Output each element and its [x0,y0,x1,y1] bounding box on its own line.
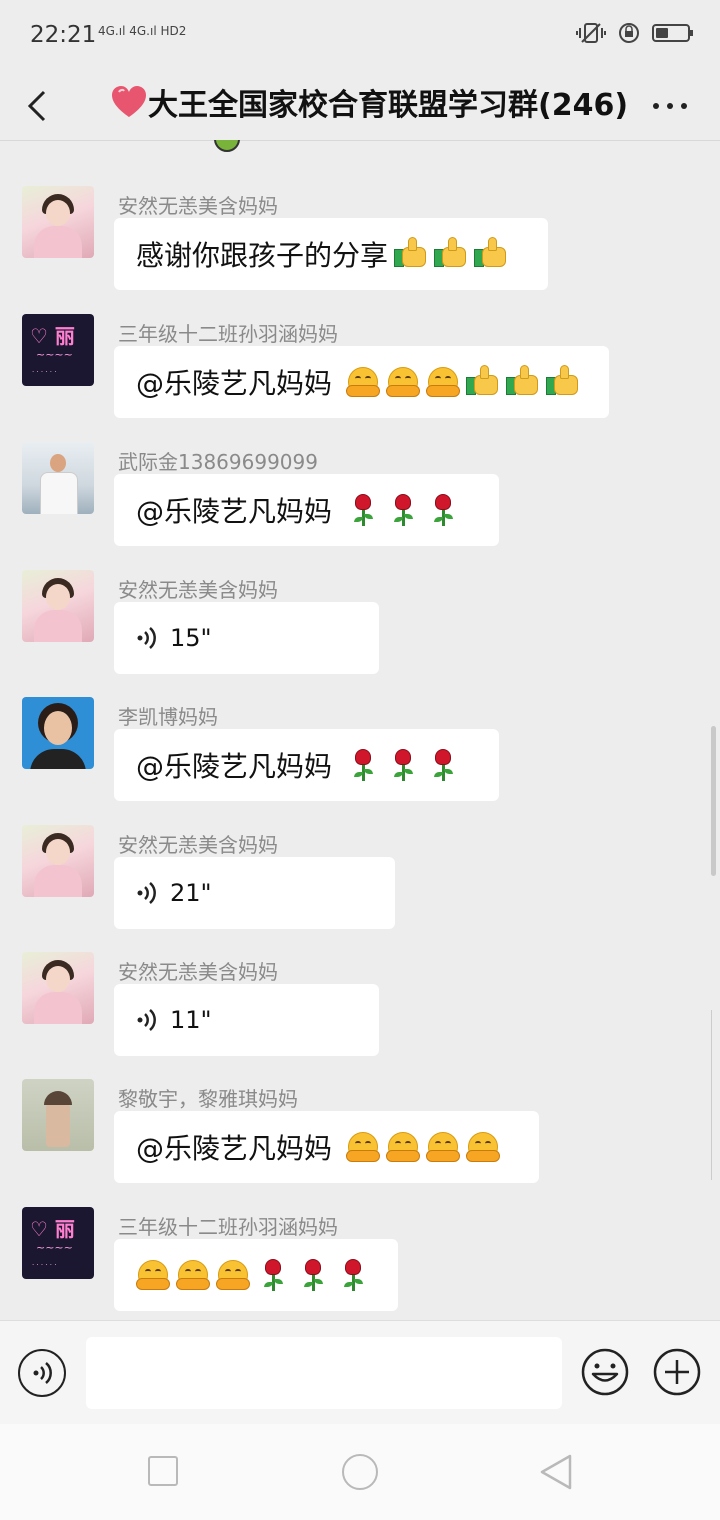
voice-duration: 15" [170,624,212,652]
hug-emoji-icon [466,1130,501,1164]
avatar[interactable] [22,697,94,769]
input-bar [0,1320,720,1425]
more-options-icon[interactable] [650,96,690,116]
sender-name: 安然无恙美含妈妈 [118,833,278,857]
avatar[interactable] [22,570,94,642]
rose-icon [386,493,420,527]
message-bubble[interactable]: @乐陵艺凡妈妈 [114,346,609,418]
rose-icon [296,1258,330,1292]
hug-emoji-icon [386,365,421,399]
thumbs-up-icon [546,365,580,399]
message-input[interactable] [86,1337,562,1409]
sender-name: 李凯博妈妈 [118,705,218,729]
sender-name: 安然无恙美含妈妈 [118,194,278,218]
voice-message-bubble[interactable]: 11" [114,984,379,1056]
voice-duration: 21" [170,879,212,907]
rose-icon [426,493,460,527]
network-indicator: 4G.ıl 4G.ıl HD2 [98,24,187,38]
message-bubble[interactable]: @乐陵艺凡妈妈 [114,474,499,546]
partial-emoji-icon [214,140,240,152]
plus-icon[interactable] [652,1347,702,1397]
message-text: @乐陵艺凡妈妈 [136,750,333,783]
avatar-neon-text: ♡ 丽 [30,1217,75,1241]
hug-emoji-icon [346,365,381,399]
title-bar: 大王全国家校合育联盟学习群(246) [0,72,720,141]
status-bar: 22:21 4G.ıl 4G.ıl HD2 [0,0,720,72]
rotation-lock-icon [619,23,639,43]
avatar[interactable] [22,1079,94,1151]
status-time: 22:21 [30,22,97,48]
voice-duration: 11" [170,1006,212,1034]
recent-apps-icon[interactable] [148,1456,178,1486]
sender-name: 黎敬宇，黎雅琪妈妈 [118,1087,298,1111]
hug-emoji-icon [386,1130,421,1164]
vibrate-icon [576,23,606,43]
voice-wave-icon [137,627,156,649]
thumbs-up-icon [434,237,468,271]
message-text: @乐陵艺凡妈妈 [136,367,333,400]
avatar[interactable]: ♡ 丽 ~~~~ · · · · · · [22,314,94,386]
voice-wave-icon [137,1009,156,1031]
chat-message-list[interactable]: 安然无恙美含妈妈 感谢你跟孩子的分享 ♡ 丽 ~~~~ · · · · · · 三年… [0,140,720,1320]
rose-icon [256,1258,290,1292]
status-right-icons [576,22,693,44]
hug-emoji-icon [426,1130,461,1164]
voice-wave-icon [137,882,156,904]
sender-name: 三年级十二班孙羽涵妈妈 [118,322,338,346]
avatar[interactable] [22,442,94,514]
message-bubble[interactable]: 感谢你跟孩子的分享 [114,218,548,290]
voice-input-button[interactable] [18,1349,66,1397]
thumbs-up-icon [466,365,500,399]
message-text: @乐陵艺凡妈妈 [136,1132,333,1165]
avatar[interactable]: ♡ 丽 ~~~~ · · · · · · [22,1207,94,1279]
thumbs-up-icon [474,237,508,271]
thumbs-up-icon [506,365,540,399]
heart-icon [112,86,146,117]
sender-name: 武际金13869699099 [118,450,318,474]
hug-emoji-icon [176,1258,210,1292]
message-bubble[interactable]: @乐陵艺凡妈妈 [114,729,499,801]
rose-icon [346,748,380,782]
hug-emoji-icon [136,1258,170,1292]
sender-name: 三年级十二班孙羽涵妈妈 [118,1215,338,1239]
nav-back-icon[interactable] [538,1452,574,1492]
rose-icon [426,748,460,782]
battery-icon [652,24,693,42]
message-text: 感谢你跟孩子的分享 [136,239,389,272]
avatar[interactable] [22,952,94,1024]
scrollbar[interactable] [711,726,716,876]
rose-icon [346,493,380,527]
emoji-icon[interactable] [580,1347,630,1397]
sender-name: 安然无恙美含妈妈 [118,578,278,602]
hug-emoji-icon [346,1130,381,1164]
voice-message-bubble[interactable]: 15" [114,602,379,674]
system-nav-bar [0,1424,720,1520]
message-bubble[interactable]: @乐陵艺凡妈妈 [114,1111,539,1183]
sender-name: 安然无恙美含妈妈 [118,960,278,984]
message-bubble[interactable] [114,1239,398,1311]
chat-title: 大王全国家校合育联盟学习群(246) [148,88,629,123]
voice-message-bubble[interactable]: 21" [114,857,395,929]
message-text: @乐陵艺凡妈妈 [136,495,333,528]
thumbs-up-icon [394,237,428,271]
avatar[interactable] [22,825,94,897]
rose-icon [336,1258,370,1292]
back-arrow-icon[interactable] [20,82,60,130]
avatar[interactable] [22,186,94,258]
scroll-edge [711,1010,720,1180]
voice-wave-icon [33,1362,52,1384]
home-icon[interactable] [342,1454,378,1490]
hug-emoji-icon [426,365,461,399]
hug-emoji-icon [216,1258,250,1292]
rose-icon [386,748,420,782]
avatar-neon-text: ♡ 丽 [30,324,75,348]
